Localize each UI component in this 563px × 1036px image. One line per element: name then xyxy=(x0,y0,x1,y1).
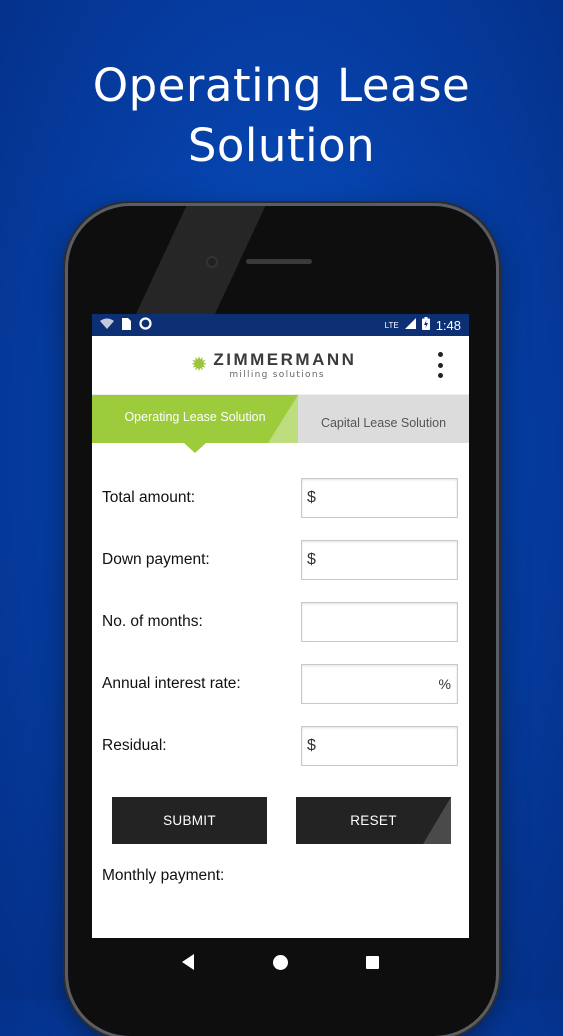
residual-label: Residual: xyxy=(102,737,167,754)
home-icon xyxy=(272,954,288,970)
form-row-down-payment: Down payment: $ xyxy=(92,539,469,581)
reset-button-label: RESET xyxy=(350,813,397,828)
currency-prefix: $ xyxy=(307,551,316,568)
tab-sheen xyxy=(268,395,298,443)
lease-tabs: Operating Lease Solution Capital Lease S… xyxy=(92,395,469,453)
more-vert-icon[interactable] xyxy=(433,352,447,378)
gear-logo-icon: ✹ xyxy=(190,354,208,376)
monthly-payment-label: Monthly payment: xyxy=(102,867,225,884)
down-payment-label: Down payment: xyxy=(102,551,210,568)
currency-prefix: $ xyxy=(307,737,316,754)
total-amount-input[interactable] xyxy=(315,479,457,517)
total-amount-field[interactable]: $ xyxy=(301,478,458,518)
logo-name: ZIMMERMANN xyxy=(213,350,357,369)
tab-capital-lease[interactable]: Capital Lease Solution xyxy=(298,395,469,443)
company-logo: ✹ ZIMMERMANN milling solutions xyxy=(191,350,357,380)
form-row-interest-rate: Annual interest rate: % xyxy=(92,663,469,705)
tab-operating-lease-label: Operating Lease Solution xyxy=(124,410,266,424)
form-row-residual: Residual: $ xyxy=(92,725,469,767)
signal-icon xyxy=(404,318,416,332)
headline-line-2: Solution xyxy=(187,119,376,172)
sync-icon xyxy=(139,317,152,333)
form-row-months: No. of months: xyxy=(92,601,469,643)
form-row-total-amount: Total amount: $ xyxy=(92,477,469,519)
front-camera xyxy=(206,256,218,268)
interest-rate-field[interactable]: % xyxy=(301,664,458,704)
app-screen: LTE 1:48 ✹ ZIMMERMANN milling solutions … xyxy=(92,314,469,938)
months-field[interactable] xyxy=(301,602,458,642)
wifi-icon xyxy=(100,318,114,332)
interest-rate-input[interactable] xyxy=(302,665,439,703)
network-type: LTE xyxy=(384,320,399,330)
system-nav-bar xyxy=(92,938,469,986)
back-button[interactable] xyxy=(173,947,203,977)
tab-capital-lease-label: Capital Lease Solution xyxy=(320,416,447,430)
logo-tagline: milling solutions xyxy=(229,370,325,380)
residual-field[interactable]: $ xyxy=(301,726,458,766)
down-payment-field[interactable]: $ xyxy=(301,540,458,580)
months-label: No. of months: xyxy=(102,613,203,630)
months-input[interactable] xyxy=(302,603,457,641)
percent-suffix: % xyxy=(438,676,451,692)
promo-headline: Operating Lease Solution xyxy=(0,56,563,176)
status-bar: LTE 1:48 xyxy=(92,314,469,336)
status-time: 1:48 xyxy=(435,317,461,333)
headline-line-1: Operating Lease xyxy=(92,59,471,112)
back-icon xyxy=(182,954,195,970)
tab-operating-lease[interactable]: Operating Lease Solution xyxy=(92,395,298,453)
recents-icon xyxy=(366,955,380,969)
earpiece-speaker xyxy=(246,259,312,264)
phone-side-button xyxy=(496,398,500,438)
currency-prefix: $ xyxy=(307,489,316,506)
battery-icon xyxy=(421,317,430,333)
app-bar: ✹ ZIMMERMANN milling solutions xyxy=(92,336,469,395)
recents-button[interactable] xyxy=(358,947,388,977)
down-payment-input[interactable] xyxy=(315,541,457,579)
total-amount-label: Total amount: xyxy=(102,489,196,506)
reset-button[interactable]: RESET xyxy=(296,797,451,844)
residual-input[interactable] xyxy=(315,727,457,765)
sim-card-icon xyxy=(122,317,131,333)
interest-rate-label: Annual interest rate: xyxy=(102,675,241,692)
submit-button[interactable]: SUBMIT xyxy=(112,797,267,844)
home-button[interactable] xyxy=(265,947,295,977)
